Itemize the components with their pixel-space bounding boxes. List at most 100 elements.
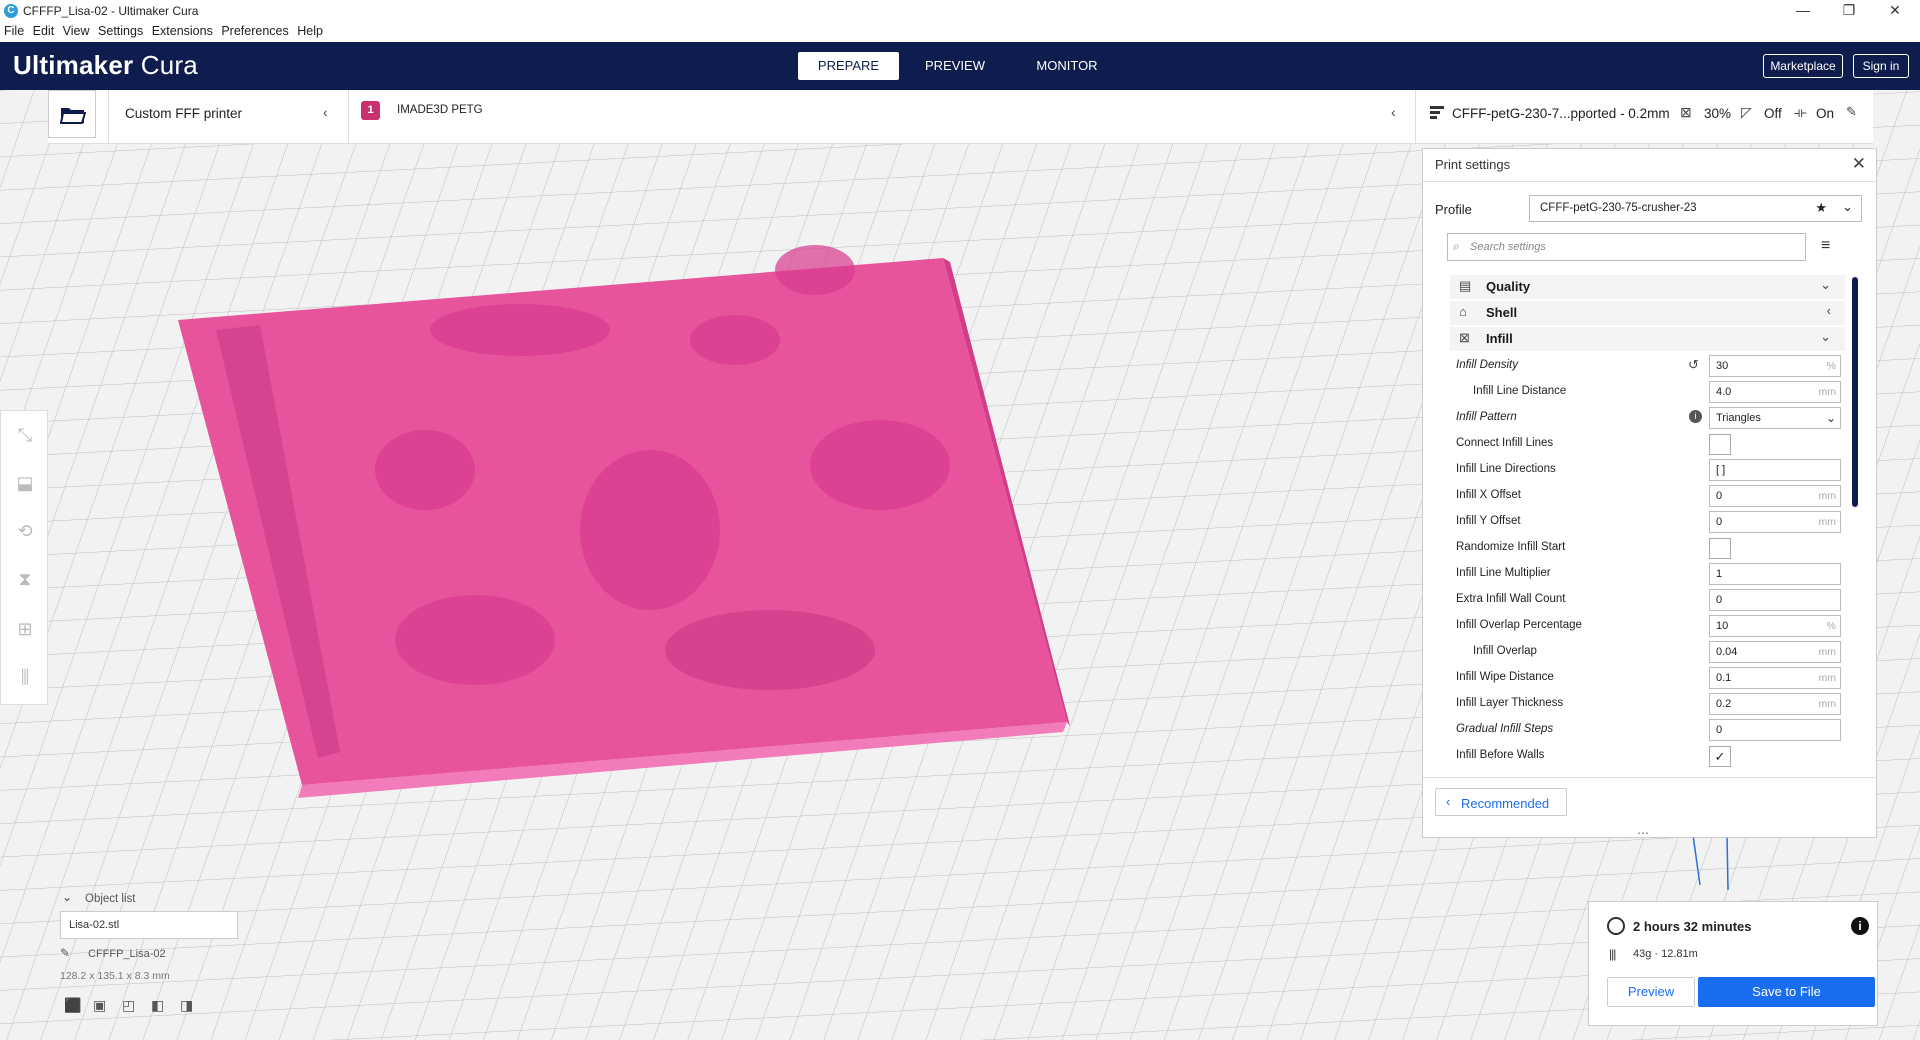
minimize-button[interactable]: — (1780, 0, 1826, 22)
profile-dropdown[interactable]: CFFF-petG-230-75-crusher-23 ★ ⌄ (1529, 195, 1862, 222)
setting-connect-infill-lines: Connect Infill Lines (1456, 431, 1846, 457)
info-icon[interactable]: i (1689, 410, 1702, 423)
object-list-item[interactable]: Lisa-02.stl (60, 911, 238, 939)
edit-pencil-icon[interactable]: ✎ (1846, 104, 1857, 120)
menu-extensions[interactable]: Extensions (151, 22, 214, 40)
panel-title: Print settings (1435, 157, 1511, 172)
setting-checkbox[interactable] (1709, 434, 1731, 455)
setting-checkbox[interactable]: ✓ (1709, 746, 1731, 767)
chevron-left-icon[interactable]: ‹ (1391, 104, 1396, 120)
open-file-button[interactable] (48, 90, 96, 138)
menu-view[interactable]: View (62, 22, 91, 40)
rotate-tool-icon[interactable]: ⟲ (13, 519, 37, 543)
mirror-tool-icon[interactable]: ⧗ (13, 567, 37, 591)
print-setup-summary[interactable]: CFFF-petG-230-7...pported - 0.2mm (1452, 106, 1670, 121)
close-window-button[interactable]: ✕ (1872, 0, 1918, 22)
setting-dropdown[interactable]: Triangles ⌄ (1709, 407, 1841, 429)
category-infill[interactable]: ⊠ Infill ⌄ (1450, 327, 1845, 351)
setting-value: Triangles (1716, 412, 1761, 424)
category-quality[interactable]: ▤ Quality ⌄ (1450, 275, 1845, 299)
tab-preview[interactable]: PREVIEW (910, 52, 1000, 80)
setting-input[interactable]: [ ] (1709, 459, 1841, 481)
material-selector[interactable]: IMADE3D PETG (397, 104, 483, 116)
star-icon[interactable]: ★ (1815, 200, 1827, 216)
header-bar: Ultimaker Cura PREPARE PREVIEW MONITOR M… (0, 42, 1920, 90)
chevron-down-icon: ⌄ (1820, 277, 1831, 292)
scale-tool-icon[interactable]: ⬓ (13, 471, 37, 495)
panel-divider (1423, 181, 1876, 182)
object-list-title[interactable]: Object list (85, 893, 136, 905)
view-right-icon[interactable]: ◨ (180, 997, 193, 1014)
settings-scrollbar[interactable] (1852, 277, 1858, 507)
setting-input[interactable]: 10% (1709, 615, 1841, 637)
infill-icon: ⊠ (1680, 104, 1692, 120)
setting-unit: mm (1818, 516, 1837, 528)
printer-selector[interactable]: Custom FFF printer (125, 106, 242, 121)
setting-value: 1 (1716, 568, 1723, 580)
menu-preferences[interactable]: Preferences (220, 22, 289, 40)
support-blocker-icon[interactable]: ⫼ (13, 665, 37, 689)
setting-infill-overlap-percentage: Infill Overlap Percentage 10% (1456, 613, 1846, 639)
title-bar: C CFFFP_Lisa-02 - Ultimaker Cura — ❐ ✕ (0, 0, 1920, 22)
setting-input[interactable]: 1 (1709, 563, 1841, 585)
settings-menu-icon[interactable]: ≡ (1821, 237, 1830, 255)
setting-value: 0.1 (1716, 672, 1732, 684)
setting-unit: % (1826, 620, 1836, 632)
folder-icon (60, 108, 86, 124)
maximize-button[interactable]: ❐ (1826, 0, 1872, 22)
setting-input[interactable]: 30% (1709, 355, 1841, 377)
setting-input[interactable]: 4.0 mm (1709, 381, 1841, 403)
category-shell[interactable]: ⌂ Shell ‹ (1450, 301, 1845, 325)
setting-infill-line-directions: Infill Line Directions [ ] (1456, 457, 1846, 483)
info-icon[interactable]: i (1851, 917, 1869, 935)
panel-resize-handle[interactable]: ⋯ (1637, 826, 1650, 840)
setting-value: 30 (1716, 360, 1729, 372)
save-to-file-button[interactable]: Save to File (1698, 977, 1875, 1007)
sign-in-button[interactable]: Sign in (1853, 54, 1909, 78)
setting-input[interactable]: 0 mm (1709, 485, 1841, 507)
view-left-icon[interactable]: ◧ (151, 997, 164, 1014)
setting-infill-line-multiplier: Infill Line Multiplier 1 (1456, 561, 1846, 587)
reset-icon[interactable]: ↺ (1688, 357, 1699, 373)
setting-label: Randomize Infill Start (1456, 541, 1566, 553)
menu-edit[interactable]: Edit (32, 22, 56, 40)
setting-input[interactable]: 0.2 mm (1709, 693, 1841, 715)
setting-unit: mm (1818, 386, 1837, 398)
move-tool-icon[interactable]: ⤡ (13, 423, 37, 447)
setting-input[interactable]: 0 mm (1709, 511, 1841, 533)
setting-value: 0 (1716, 724, 1723, 736)
logo-product: Cura (140, 50, 198, 80)
tab-monitor[interactable]: MONITOR (1022, 52, 1112, 80)
setting-input[interactable]: 0 (1709, 719, 1841, 741)
recommended-button[interactable]: ‹ Recommended (1435, 788, 1567, 816)
setting-infill-before-walls: Infill Before Walls ✓ (1456, 743, 1846, 769)
setting-input[interactable]: 0 (1709, 589, 1841, 611)
chevron-down-icon[interactable]: ⌄ (62, 890, 72, 904)
setting-infill-x-offset: Infill X Offset 0 mm (1456, 483, 1846, 509)
menu-file[interactable]: File (3, 22, 25, 40)
preview-button[interactable]: Preview (1607, 977, 1695, 1007)
marketplace-button[interactable]: Marketplace (1763, 54, 1843, 78)
setting-label: Connect Infill Lines (1456, 437, 1554, 449)
per-model-settings-icon[interactable]: ⊞ (13, 617, 37, 641)
setting-label: Infill Density (1456, 359, 1518, 371)
menu-help[interactable]: Help (296, 22, 324, 40)
close-icon[interactable]: ✕ (1852, 154, 1866, 174)
support-icon: ◸ (1741, 104, 1752, 120)
search-settings-input[interactable]: ⌕ Search settings (1447, 233, 1806, 261)
view-top-icon[interactable]: ◰ (122, 997, 135, 1014)
setting-infill-pattern: Infill Pattern i Triangles ⌄ (1456, 405, 1846, 431)
setting-input[interactable]: 0.1 mm (1709, 667, 1841, 689)
menu-settings[interactable]: Settings (97, 22, 144, 40)
chevron-left-icon[interactable]: ‹ (323, 104, 328, 120)
setting-input[interactable]: 0.04 mm (1709, 641, 1841, 663)
view-front-icon[interactable]: ▣ (93, 997, 106, 1014)
setting-checkbox[interactable] (1709, 538, 1731, 559)
logo-brand: Ultimaker (13, 50, 134, 80)
view-3d-icon[interactable]: ⬛ (64, 997, 81, 1014)
edit-pencil-icon[interactable]: ✎ (60, 946, 70, 960)
chevron-down-icon[interactable]: ⌄ (1842, 199, 1853, 215)
setting-label: Infill Overlap (1473, 645, 1537, 657)
tab-prepare[interactable]: PREPARE (798, 52, 899, 80)
print-settings-panel: Print settings ✕ Profile CFFF-petG-230-7… (1422, 148, 1877, 840)
